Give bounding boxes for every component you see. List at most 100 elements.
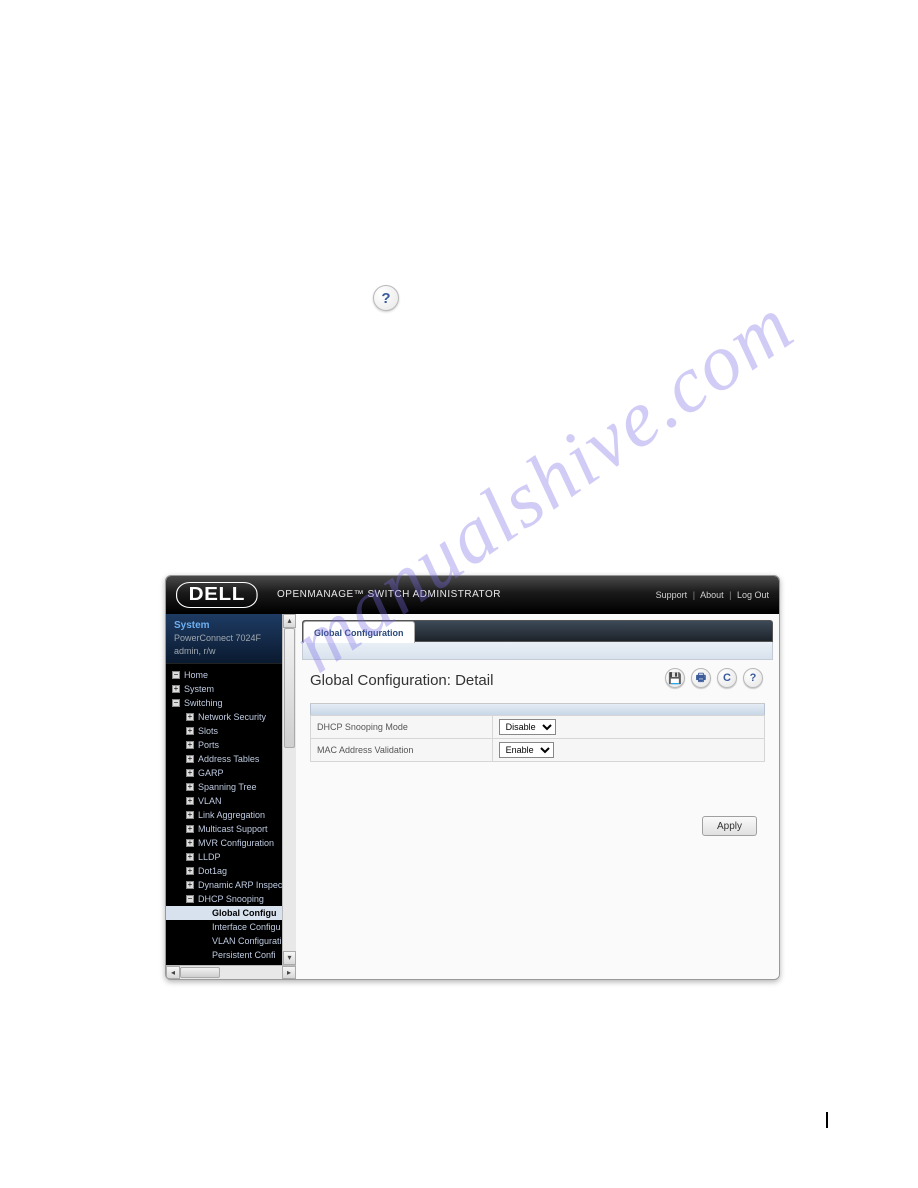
nav-tree-item[interactable]: + Link Aggregation (166, 808, 296, 822)
expand-icon[interactable]: + (186, 769, 194, 777)
main-panel: Global Configuration Global Configuratio… (296, 614, 779, 979)
expand-icon[interactable]: + (186, 755, 194, 763)
nav-tree-item-label: LLDP (198, 851, 221, 863)
link-separator: | (729, 590, 731, 600)
nav-tree-item[interactable]: +VLAN (166, 794, 296, 808)
expand-icon[interactable]: + (186, 881, 194, 889)
nav-tree-item[interactable]: + LLDP (166, 850, 296, 864)
product-title: OPENMANAGE™ SWITCH ADMINISTRATOR (277, 589, 501, 600)
settings-table: DHCP Snooping Mode Disable MAC Address V… (310, 715, 765, 762)
nav-tree-item-label: Interface Configu (212, 921, 281, 933)
nav-tree-item-label: Address Tables (198, 753, 259, 765)
expand-icon[interactable]: + (186, 727, 194, 735)
expand-icon[interactable]: + (186, 811, 194, 819)
nav-tree-item[interactable]: + Spanning Tree (166, 780, 296, 794)
tab-global-configuration[interactable]: Global Configuration (303, 621, 415, 643)
expand-icon[interactable]: + (186, 853, 194, 861)
nav-tree-item[interactable]: + Network Security (166, 710, 296, 724)
top-links: Support | About | Log Out (656, 590, 769, 600)
top-bar: DELL OPENMANAGE™ SWITCH ADMINISTRATOR Su… (166, 576, 779, 614)
expand-icon[interactable]: + (186, 839, 194, 847)
nav-tree-item[interactable]: Global Configu (166, 906, 296, 920)
system-user: admin, r/w (174, 646, 288, 657)
nav-tree-item[interactable]: −DHCP Snooping (166, 892, 296, 906)
nav-tree-item-label: Slots (198, 725, 218, 737)
print-icon[interactable]: 🖶 (691, 668, 711, 688)
nav-tree-item[interactable]: Persistent Confi (166, 948, 296, 962)
nav-tree-item[interactable]: + System (166, 682, 296, 696)
nav-tree-item[interactable]: −Home (166, 668, 296, 682)
expand-icon[interactable]: + (186, 713, 194, 721)
nav-tree-item-label: Dot1ag (198, 865, 227, 877)
setting-label: DHCP Snooping Mode (311, 716, 493, 739)
nav-tree-item-label: Spanning Tree (198, 781, 257, 793)
nav-tree-item-label: Persistent Confi (212, 949, 276, 961)
app-window: DELL OPENMANAGE™ SWITCH ADMINISTRATOR Su… (165, 575, 780, 980)
link-logout[interactable]: Log Out (737, 590, 769, 600)
apply-button[interactable]: Apply (702, 816, 757, 836)
nav-tree-item-label: System (184, 683, 214, 695)
expand-icon[interactable]: + (186, 797, 194, 805)
nav-tree-item[interactable]: + GARP (166, 766, 296, 780)
dhcp-snooping-mode-select[interactable]: Disable (499, 719, 556, 735)
setting-value-cell: Enable (492, 739, 764, 762)
expand-icon[interactable]: + (186, 741, 194, 749)
scroll-thumb[interactable] (180, 967, 220, 978)
link-separator: | (693, 590, 695, 600)
nav-tree-item-label: Home (184, 669, 208, 681)
tab-bar: Global Configuration (302, 620, 773, 642)
nav-tree-item[interactable]: + MVR Configuration (166, 836, 296, 850)
sidebar-vertical-scrollbar[interactable]: ▴ ▾ (282, 614, 296, 965)
nav-tree-item[interactable]: −Switching (166, 696, 296, 710)
setting-value-cell: Disable (492, 716, 764, 739)
nav-tree-item-label: Switching (184, 697, 223, 709)
collapse-icon[interactable]: − (172, 699, 180, 707)
nav-tree-item-label: Network Security (198, 711, 266, 723)
nav-tree-item[interactable]: VLAN Configurati (166, 934, 296, 948)
scroll-left-arrow-icon[interactable]: ◂ (166, 966, 180, 979)
scroll-up-arrow-icon[interactable]: ▴ (283, 614, 296, 628)
nav-tree-item-label: VLAN Configurati (212, 935, 282, 947)
nav-tree-item-label: Link Aggregation (198, 809, 265, 821)
scroll-down-arrow-icon[interactable]: ▾ (283, 951, 296, 965)
link-support[interactable]: Support (656, 590, 688, 600)
nav-tree-item-label: MVR Configuration (198, 837, 274, 849)
save-icon[interactable]: 💾 (665, 668, 685, 688)
nav-tree-item[interactable]: Interface Configu (166, 920, 296, 934)
page-marker (826, 1112, 828, 1128)
table-row: DHCP Snooping Mode Disable (311, 716, 765, 739)
help-icon[interactable]: ? (373, 285, 399, 311)
nav-tree-item-label: Ports (198, 739, 219, 751)
link-about[interactable]: About (700, 590, 724, 600)
nav-tree-item-label: Dynamic ARP Inspec (198, 879, 282, 891)
nav-tree: −Home+System−Switching+Network Security+… (166, 664, 296, 979)
nav-tree-item[interactable]: + Multicast Support (166, 822, 296, 836)
sub-header-band (302, 642, 773, 660)
nav-tree-item[interactable]: + Dynamic ARP Inspec (166, 878, 296, 892)
collapse-icon[interactable]: − (172, 671, 180, 679)
sidebar-horizontal-scrollbar[interactable]: ◂ ▸ (166, 965, 296, 979)
mac-address-validation-select[interactable]: Enable (499, 742, 554, 758)
system-title[interactable]: System (174, 620, 288, 631)
nav-tree-item-label: Multicast Support (198, 823, 268, 835)
expand-icon[interactable]: + (186, 783, 194, 791)
nav-tree-item-label: GARP (198, 767, 224, 779)
nav-tree-item[interactable]: + Slots (166, 724, 296, 738)
expand-icon[interactable]: + (186, 867, 194, 875)
expand-icon[interactable]: + (172, 685, 180, 693)
nav-tree-item[interactable]: + Address Tables (166, 752, 296, 766)
collapse-icon[interactable]: − (186, 895, 194, 903)
refresh-icon[interactable]: C (717, 668, 737, 688)
sidebar: System PowerConnect 7024F admin, r/w −Ho… (166, 614, 296, 979)
nav-tree-item-label: DHCP Snooping (198, 893, 264, 905)
nav-tree-item[interactable]: + Dot1ag (166, 864, 296, 878)
scroll-right-arrow-icon[interactable]: ▸ (282, 966, 296, 979)
nav-tree-item-label: Global Configu (212, 907, 277, 919)
help-icon[interactable]: ? (743, 668, 763, 688)
scroll-thumb[interactable] (284, 628, 295, 748)
expand-icon[interactable]: + (186, 825, 194, 833)
nav-tree-item[interactable]: + Ports (166, 738, 296, 752)
system-model: PowerConnect 7024F (174, 633, 288, 644)
dell-logo: DELL (176, 582, 258, 608)
setting-label: MAC Address Validation (311, 739, 493, 762)
